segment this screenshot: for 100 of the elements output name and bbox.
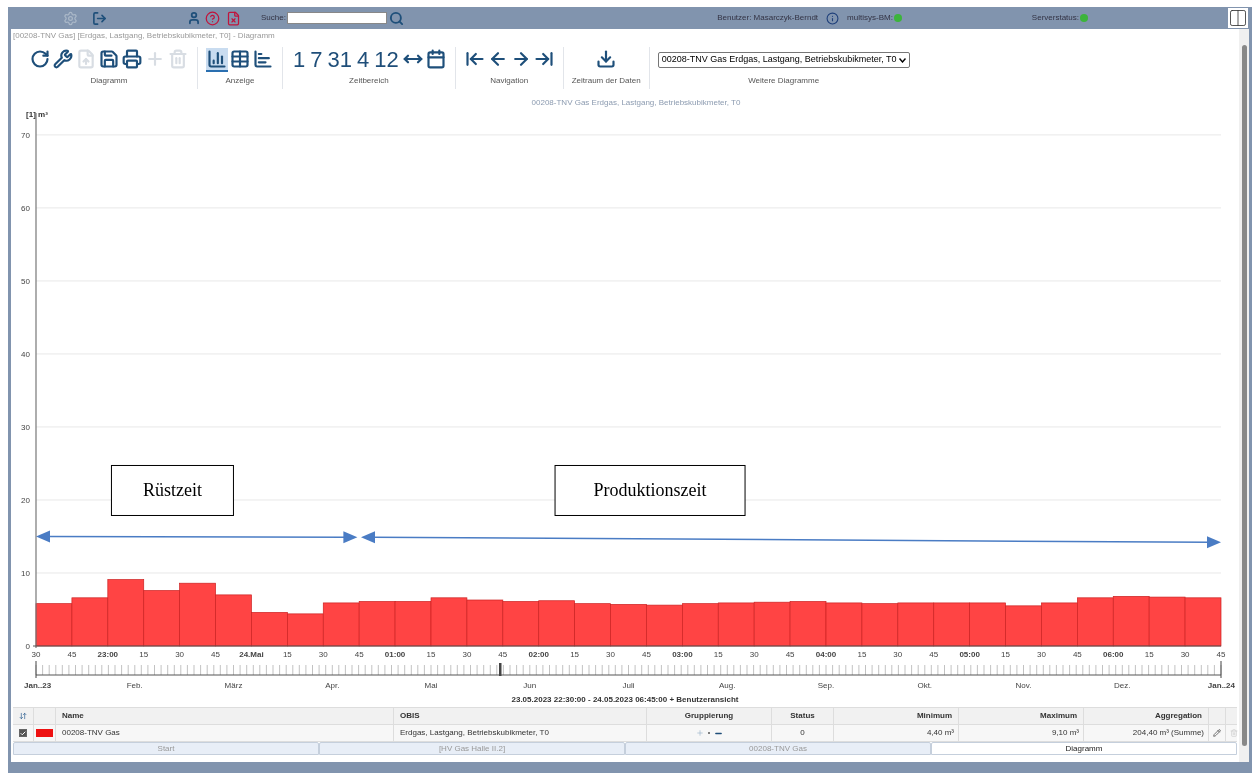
range-button[interactable]: 1 [291,49,308,71]
axis-label: 06:00 [1103,650,1124,659]
bar [897,602,935,647]
table-cell: Erdgas, Lastgang, Betriebskubikmeter, T0 [400,727,549,739]
group-label: Diagramm [90,75,128,87]
column-header: Gruppierung [684,710,734,722]
axis-label: 45 [642,650,651,659]
annotation-label: Rüstzeit [142,480,202,501]
axis-label: 30 [1037,650,1046,659]
timeline-label: Nov. [1015,681,1032,690]
axis-label: 45 [498,650,508,659]
bar [35,603,73,647]
axis-label: 30 [175,650,185,659]
search-field[interactable] [286,12,387,24]
range-button[interactable]: 4 [355,49,372,71]
group-label: Anzeige [225,75,255,87]
bar [753,601,791,647]
range-button[interactable]: 31 [325,49,354,71]
axis-label: 15 [570,650,580,659]
file-close-icon[interactable] [226,10,241,26]
bar-chart-button[interactable] [206,48,228,72]
bar [71,597,109,647]
exit-icon[interactable] [92,10,107,26]
timeline-label: Jan..23 [24,681,52,690]
bar [789,601,827,647]
search-icon[interactable] [388,10,404,26]
axis-label: 45 [1216,650,1226,659]
column-header: Aggregation [1154,710,1202,722]
sort-icon[interactable] [19,712,27,720]
axis-label: 45 [67,650,77,659]
tab[interactable]: Diagramm [931,742,1237,755]
layout-icon[interactable] [1228,8,1248,28]
timeline-navigator-drawing[interactable] [35,660,1222,679]
bar [502,601,540,647]
axis-label: 15 [426,650,436,659]
bar [287,613,324,647]
column-header: Status [790,710,815,722]
timeline-label: Feb. [126,681,143,690]
axis-label: 60 [21,203,30,213]
axis-label: 45 [929,650,939,659]
bar [861,603,899,647]
axis-label: 30 [893,650,903,659]
bar [538,600,575,647]
bar [1148,596,1186,647]
timeline-label: Jun [523,681,537,690]
axis-label: 15 [139,650,149,659]
axis-label: 23:00 [97,650,119,659]
help-icon[interactable] [205,10,220,26]
bar [969,602,1006,647]
bar [1077,597,1114,647]
range-button[interactable]: 7 [308,49,325,71]
axis-label: 15 [282,650,292,659]
info-icon[interactable] [826,11,840,25]
table-cell: 204,40 m³ (Summe) [1132,727,1204,739]
edit-icon[interactable] [1213,729,1221,737]
date-range: 23.05.2023 22:30:00 - 24.05.2023 06:45:00 + Benutzeransicht [511,694,739,706]
bar [107,579,145,647]
bar [1005,605,1042,647]
bar [1041,602,1078,647]
bar [825,602,863,647]
axis-label: 45 [785,650,795,659]
group-label: Navigation [490,75,529,87]
chart-title: 00208-TNV Gas Erdgas, Lastgang, Betriebskubikmeter, T0 [531,98,741,107]
group-label: Weitere Diagramme [748,75,820,87]
axis-label: 50 [21,276,30,286]
timeline-label: Jan..24 [1207,681,1235,690]
axis-label: 30 [31,650,41,659]
annotation-label: Produktionszeit [593,480,707,501]
bar [1184,597,1222,647]
table-cell: 0 [800,727,805,739]
axis-label: 10 [21,569,30,578]
range-button[interactable]: 12 [372,49,401,71]
table-cell: 00208-TNV Gas [62,727,120,739]
axis-label: 45 [1072,650,1082,659]
user-icon[interactable] [187,11,201,25]
chart-select[interactable]: 00208-TNV Gas Erdgas, Lastgang, Betriebskubikmeter, T0 [657,52,910,68]
axis-label: 15 [713,650,723,659]
status-label: Serverstatus: [1031,12,1079,24]
axis-label: 30 [21,422,30,432]
bar [322,602,360,647]
axis-label: 30 [462,650,472,659]
bar [717,602,755,647]
bar [394,601,432,647]
timeline-label: Sep. [817,681,835,690]
axis-unit-label: [1] m³ [26,110,48,119]
bar [933,602,970,647]
row-checkbox[interactable] [19,729,27,737]
scrollbar[interactable] [1239,29,1249,762]
bar [1112,596,1150,647]
axis-label: 03:00 [672,650,693,659]
axis-label: 01:00 [384,650,406,659]
bar [143,590,180,647]
timeline-label: Aug. [719,681,736,690]
window-title: [00208-TNV Gas] [Erdgas, Lastgang, Betriebskubikmeter, T0] - Diagramm [13,30,275,42]
axis-label: 45 [211,650,220,659]
bar [179,582,216,647]
bar [574,603,611,647]
dropdown-caret-icon [898,57,906,63]
timeline-label: Apr. [325,681,340,690]
timeline-label: Juli [622,681,635,690]
